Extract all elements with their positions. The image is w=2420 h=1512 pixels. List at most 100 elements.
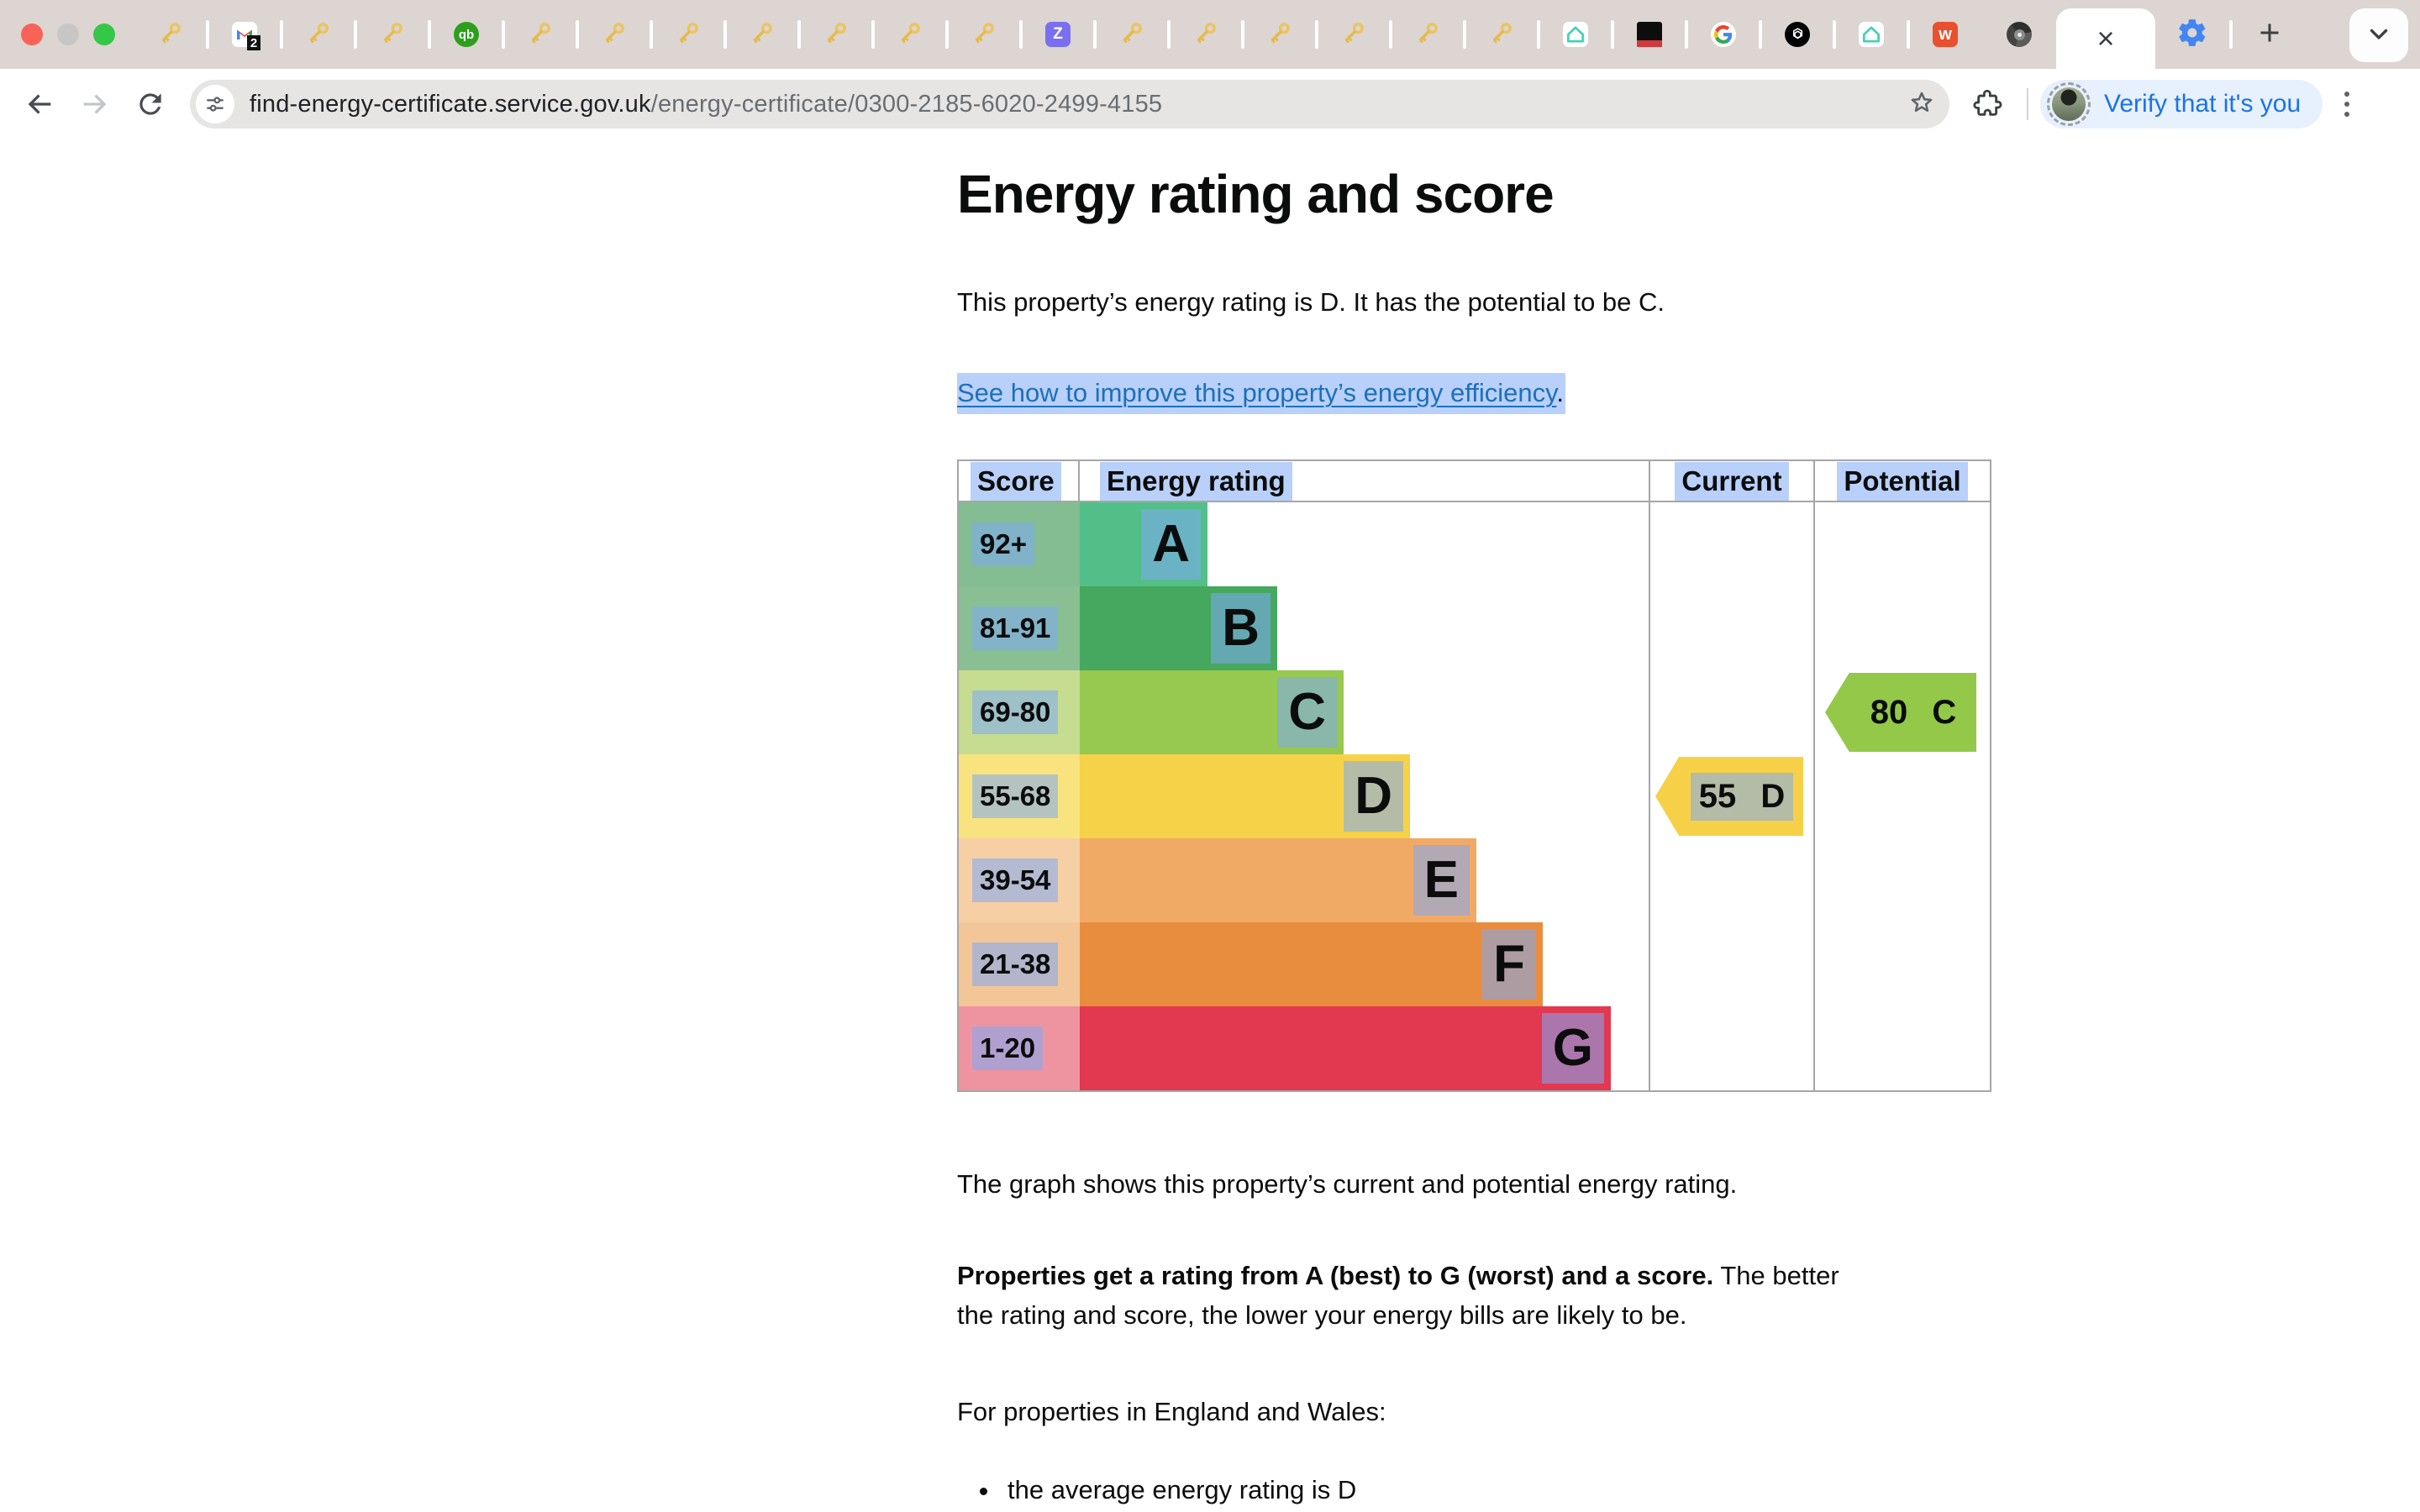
band-bar-c: C xyxy=(1080,670,1344,754)
pinned-tab-openai[interactable] xyxy=(1760,0,1834,69)
browser-menu-button[interactable] xyxy=(2323,92,2371,117)
potential-column-cell xyxy=(1815,1006,1990,1090)
pinned-tab-site-gold[interactable] xyxy=(503,0,577,69)
epc-band-row-c: 69-80C80 C xyxy=(959,670,1990,754)
improve-link-line: See how to improve this property’s energ… xyxy=(957,375,1991,412)
rating-explainer: Properties get a rating from A (best) to… xyxy=(957,1256,1991,1335)
close-tab-icon[interactable]: × xyxy=(2096,24,2114,54)
pinned-tab-site-gold[interactable] xyxy=(799,0,873,69)
pinned-tab-site-gold[interactable] xyxy=(1391,0,1465,69)
list-item: the average energy rating is D xyxy=(1001,1472,1991,1509)
pinned-tab-site-gold[interactable] xyxy=(873,0,947,69)
pinned-tab-site-gold[interactable] xyxy=(725,0,799,69)
pinned-tab-black-red[interactable] xyxy=(1612,0,1686,69)
current-column-cell xyxy=(1649,586,1815,670)
epc-band-rows: 92+A81-91B69-80C80 C55-68D55 D39-54E21-3… xyxy=(959,502,1990,1090)
pinned-tab-site-gold[interactable] xyxy=(134,0,208,69)
current-column-cell xyxy=(1649,1006,1815,1090)
band-score-range: 21-38 xyxy=(959,922,1080,1006)
pinned-tab-site-gold[interactable] xyxy=(355,0,429,69)
active-tab[interactable]: × xyxy=(2056,8,2155,69)
window-controls xyxy=(0,24,134,45)
site-info-button[interactable] xyxy=(196,85,234,123)
band-score-range: 55-68 xyxy=(959,754,1080,838)
gold-key-icon xyxy=(1192,19,1219,50)
list-item: the average energy score is 60 xyxy=(1001,1509,1991,1512)
pinned-tab-gmail[interactable]: 2 xyxy=(208,0,281,69)
potential-column-cell xyxy=(1815,586,1990,670)
pinned-tab-site-gold[interactable] xyxy=(281,0,355,69)
chevron-down-icon xyxy=(2365,19,2393,52)
pinned-tab-site-gold[interactable] xyxy=(1169,0,1243,69)
epc-rating-table: Score Energy rating Current Potential 92… xyxy=(957,459,1991,1092)
band-bar-d: D xyxy=(1080,754,1410,838)
pinned-tab-site-gold[interactable] xyxy=(1243,0,1317,69)
band-letter: B xyxy=(1211,593,1270,664)
window-minimize-button[interactable] xyxy=(57,24,79,45)
pinned-tab-site-gold[interactable] xyxy=(1317,0,1391,69)
pinned-tab-site-gold[interactable] xyxy=(577,0,651,69)
gold-key-icon xyxy=(897,19,923,50)
band-score-range: 81-91 xyxy=(959,586,1080,670)
zotero-icon: Z xyxy=(1045,22,1071,47)
improve-efficiency-link[interactable]: See how to improve this property’s energ… xyxy=(957,378,1556,407)
avatar xyxy=(2052,87,2086,121)
gear-icon xyxy=(2176,17,2208,53)
reload-button[interactable] xyxy=(123,76,178,132)
tab-settings[interactable] xyxy=(2155,0,2229,69)
kebab-dot xyxy=(2344,112,2349,117)
epc-band-row-g: 1-20G xyxy=(959,1006,1990,1090)
gold-key-icon xyxy=(379,19,406,50)
profile-verify-chip[interactable]: Verify that it's you xyxy=(2040,80,2323,129)
gold-key-icon xyxy=(1488,19,1515,50)
selected-text-highlight: 81-91 xyxy=(972,606,1058,650)
potential-column-cell xyxy=(1815,838,1990,922)
rating-explainer-bold: Properties get a rating from A (best) to… xyxy=(957,1261,1713,1290)
potential-rating-arrow: 80 C xyxy=(1825,673,1976,752)
window-zoom-button[interactable] xyxy=(93,24,115,45)
band-letter: A xyxy=(1141,509,1201,580)
inactive-tab-grayscale-favicon[interactable] xyxy=(1982,0,2056,69)
url-text[interactable]: find-energy-certificate.service.gov.uk/e… xyxy=(250,91,1907,118)
back-button[interactable] xyxy=(12,76,67,132)
url-path: /energy-certificate/0300-2185-6020-2499-… xyxy=(651,91,1163,118)
intro-paragraph: This property’s energy rating is D. It h… xyxy=(957,284,1991,321)
pinned-tab-quickbooks[interactable]: qb xyxy=(429,0,503,69)
bookmark-star-button[interactable] xyxy=(1907,88,1936,121)
star-icon xyxy=(1907,88,1936,117)
pinned-tab-home-teal[interactable] xyxy=(1834,0,1908,69)
gold-key-icon xyxy=(1340,19,1367,50)
pinned-tab-zotero[interactable]: Z xyxy=(1021,0,1095,69)
tab-search-button[interactable] xyxy=(2349,8,2408,62)
pinned-tab-google[interactable] xyxy=(1686,0,1760,69)
window-close-button[interactable] xyxy=(21,24,43,45)
band-bar-area: C xyxy=(1080,670,1649,754)
forward-button[interactable] xyxy=(67,76,123,132)
avatar-sync-ring xyxy=(2047,82,2091,126)
kebab-dot xyxy=(2344,92,2349,97)
extensions-button[interactable] xyxy=(1960,76,2015,132)
band-letter: E xyxy=(1413,845,1470,916)
new-tab-button[interactable] xyxy=(2233,0,2307,69)
potential-rating-label: 80 C xyxy=(1870,694,1957,732)
gold-key-icon xyxy=(527,19,554,50)
pinned-tab-site-gold[interactable] xyxy=(651,0,725,69)
band-letter: G xyxy=(1542,1013,1604,1084)
url-bar[interactable]: find-energy-certificate.service.gov.uk/e… xyxy=(190,80,1949,129)
gold-key-icon xyxy=(1266,19,1293,50)
current-column-cell xyxy=(1649,670,1815,754)
pinned-tab-site-gold[interactable] xyxy=(1465,0,1539,69)
home-icon xyxy=(1563,22,1588,47)
gold-key-icon xyxy=(1118,19,1145,50)
band-letter: C xyxy=(1277,677,1337,748)
pinned-tab-site-gold[interactable] xyxy=(1095,0,1169,69)
url-domain: find-energy-certificate.service.gov.uk xyxy=(250,91,651,118)
pinned-tabs: 2 qb Zw xyxy=(134,0,1982,69)
band-score-range: 92+ xyxy=(959,502,1080,586)
page-content: Energy rating and score This property’s … xyxy=(957,165,1991,1512)
pinned-tab-home-teal[interactable] xyxy=(1539,0,1612,69)
tab-strip: 2 qb Zw × xyxy=(0,0,2420,69)
pinned-tab-w-orange[interactable]: w xyxy=(1908,0,1982,69)
pinned-tab-site-gold[interactable] xyxy=(947,0,1021,69)
openai-icon xyxy=(1785,22,1810,47)
